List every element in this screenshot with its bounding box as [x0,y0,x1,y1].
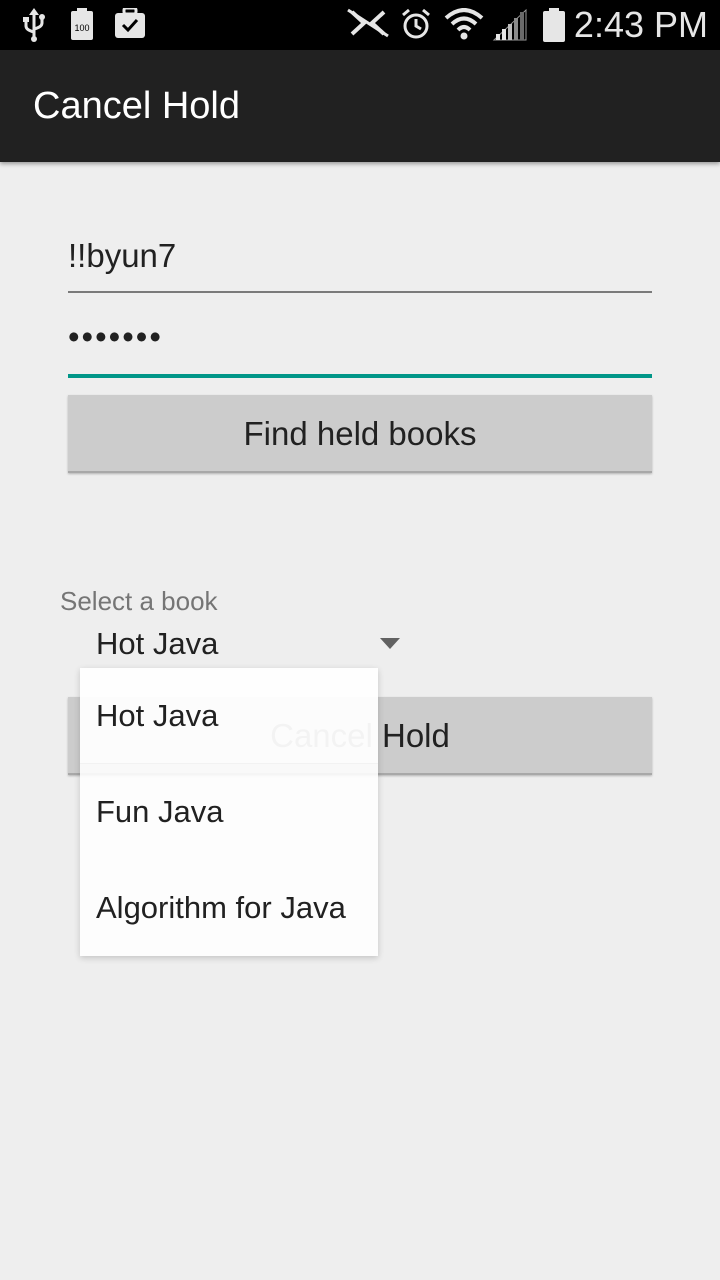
username-field[interactable]: !!byun7 [68,232,652,296]
signal-icon [492,8,528,47]
battery-icon [542,8,566,47]
username-underline [68,291,652,293]
alarm-icon [400,8,432,45]
status-bar: 100 2:43 PM [0,0,720,50]
svg-text:100: 100 [74,23,89,33]
password-field[interactable]: ••••••• [68,312,652,380]
nfc-muted-icon [344,8,392,43]
username-value: !!byun7 [68,237,177,274]
find-held-books-button[interactable]: Find held books [68,395,652,473]
wifi-icon [444,8,484,45]
dropdown-option-hot-java[interactable]: Hot Java [80,668,378,764]
dropdown-arrow-icon [380,638,400,649]
app-bar: Cancel Hold [0,50,720,162]
book-dropdown-list: Hot Java Fun Java Algorithm for Java [80,668,378,956]
book-spinner-selected: Hot Java [96,626,219,661]
password-value: ••••••• [68,318,163,355]
battery-100-notification-icon: 100 [70,8,94,45]
clipboard-check-icon [114,6,146,43]
clock: 2:43 PM [573,4,708,45]
book-spinner[interactable]: Hot Java [80,620,410,670]
usb-icon [22,8,46,47]
dropdown-option-algorithm-for-java[interactable]: Algorithm for Java [80,860,378,956]
page-title: Cancel Hold [33,85,240,127]
dropdown-option-fun-java[interactable]: Fun Java [80,764,378,860]
password-underline-focused [68,374,652,378]
select-book-label: Select a book [60,586,218,616]
